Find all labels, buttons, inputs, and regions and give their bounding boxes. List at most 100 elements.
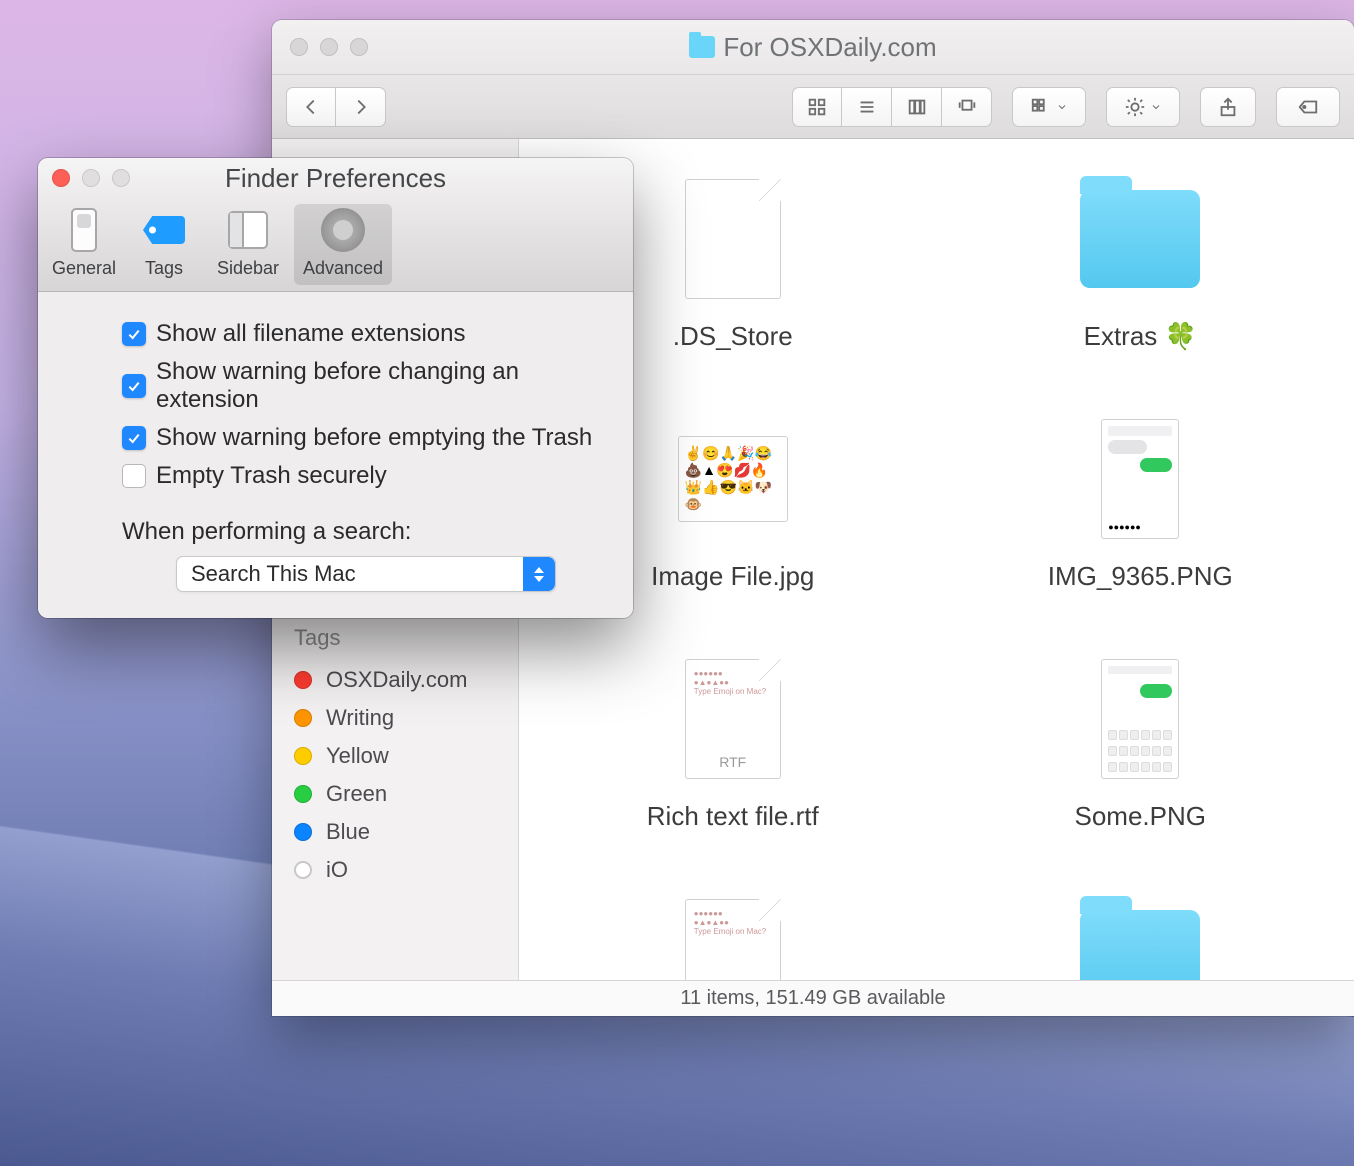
arrange-button[interactable]	[1012, 87, 1086, 127]
edit-tags-button[interactable]	[1276, 87, 1340, 127]
select-value: Search This Mac	[191, 561, 356, 587]
sidebar-icon	[228, 211, 268, 249]
prefs-titlebar[interactable]: Finder Preferences	[38, 158, 633, 198]
search-scope-select[interactable]: Search This Mac	[176, 556, 556, 592]
tab-label: Tags	[145, 258, 183, 279]
tag-label: Green	[326, 781, 387, 807]
list-view-button[interactable]	[842, 87, 892, 127]
file-item[interactable]: ●●●●●● IMG_9365.PNG	[937, 409, 1345, 649]
checkbox-label: Empty Trash securely	[156, 462, 387, 490]
sidebar-tag-item[interactable]: Writing	[272, 699, 518, 737]
sidebar-tag-item[interactable]: Blue	[272, 813, 518, 851]
file-item[interactable]: ●●●●●●●▲●▲●●Type Emoji on Mac? Rich text …	[529, 649, 937, 889]
zoom-button[interactable]	[350, 38, 368, 56]
tag-color-icon	[294, 823, 312, 841]
file-label: IMG_9365.PNG	[1048, 561, 1233, 592]
search-scope-label: When performing a search:	[122, 518, 603, 546]
action-group	[1106, 87, 1180, 127]
file-label: Image File.jpg	[651, 561, 814, 592]
preference-checkbox-row: Show warning before changing an extensio…	[122, 358, 603, 414]
file-thumbnail: ●●●●●●●▲●▲●●Type Emoji on Mac?	[673, 889, 793, 980]
back-button[interactable]	[286, 87, 336, 127]
file-label: .DS_Store	[673, 321, 793, 352]
prefs-checks: Show all filename extensions Show warning…	[68, 320, 603, 490]
tag-icon	[143, 216, 185, 244]
checkbox[interactable]	[122, 464, 146, 488]
gear-icon	[321, 208, 365, 252]
checkbox[interactable]	[122, 426, 146, 450]
tag-label: Yellow	[326, 743, 389, 769]
preference-checkbox-row: Show all filename extensions	[122, 320, 603, 348]
switch-icon	[71, 208, 97, 252]
file-item[interactable]: Work To Do ☕	[937, 889, 1345, 980]
file-label: Rich text file.rtf	[647, 801, 819, 832]
tab-label: Advanced	[303, 258, 383, 279]
preference-checkbox-row: Empty Trash securely	[122, 462, 603, 490]
share-button[interactable]	[1200, 87, 1256, 127]
tags-group	[1276, 87, 1340, 127]
file-label: Some.PNG	[1075, 801, 1207, 832]
file-label: Extras 🍀	[1084, 321, 1197, 352]
finder-content-grid[interactable]: .DS_Store Extras 🍀 ✌️😊🙏🎉😂💩▲😍💋🔥👑👍😎🐱🐶🐵 Image …	[519, 139, 1354, 980]
finder-preferences-window: Finder Preferences General Tags Sidebar …	[38, 158, 633, 618]
checkbox-label: Show warning before emptying the Trash	[156, 424, 592, 452]
tab-general[interactable]: General	[46, 204, 122, 285]
file-thumbnail	[1080, 889, 1200, 980]
arrange-group	[1012, 87, 1086, 127]
tag-label: Blue	[326, 819, 370, 845]
sidebar-tag-item[interactable]: Green	[272, 775, 518, 813]
prefs-body: Show all filename extensions Show warning…	[38, 292, 633, 618]
preference-checkbox-row: Show warning before emptying the Trash	[122, 424, 603, 452]
sidebar-tag-item[interactable]: OSXDaily.com	[272, 661, 518, 699]
minimize-button[interactable]	[320, 38, 338, 56]
tag-color-icon	[294, 861, 312, 879]
file-item[interactable]: Extras 🍀	[937, 169, 1345, 409]
prefs-toolbar: General Tags Sidebar Advanced	[38, 198, 633, 292]
checkbox[interactable]	[122, 322, 146, 346]
tag-color-icon	[294, 785, 312, 803]
checkbox-label: Show all filename extensions	[156, 320, 466, 348]
tab-label: General	[52, 258, 116, 279]
tab-sidebar[interactable]: Sidebar	[206, 204, 290, 285]
finder-window-controls	[272, 38, 368, 56]
sidebar-tags-list: OSXDaily.com Writing Yellow Green Blue iO	[272, 661, 518, 889]
file-thumbnail: ✌️😊🙏🎉😂💩▲😍💋🔥👑👍😎🐱🐶🐵	[673, 409, 793, 549]
tab-advanced[interactable]: Advanced	[294, 204, 392, 285]
coverflow-view-button[interactable]	[942, 87, 992, 127]
checkbox[interactable]	[122, 374, 146, 398]
sidebar-tag-item[interactable]: Yellow	[272, 737, 518, 775]
folder-icon	[689, 36, 715, 58]
file-item[interactable]: ●●●●●●●▲●▲●●Type Emoji on Mac?Text File.…	[529, 889, 937, 980]
action-button[interactable]	[1106, 87, 1180, 127]
tag-label: Writing	[326, 705, 394, 731]
file-thumbnail	[1080, 649, 1200, 789]
finder-window-title: For OSXDaily.com	[272, 32, 1354, 63]
view-mode-buttons	[792, 87, 992, 127]
checkbox-label: Show warning before changing an extensio…	[156, 358, 603, 414]
tag-color-icon	[294, 747, 312, 765]
file-thumbnail	[1080, 169, 1200, 309]
column-view-button[interactable]	[892, 87, 942, 127]
icon-view-button[interactable]	[792, 87, 842, 127]
status-text: 11 items, 151.49 GB available	[680, 987, 945, 1010]
finder-titlebar[interactable]: For OSXDaily.com	[272, 20, 1354, 75]
finder-status-bar: 11 items, 151.49 GB available	[272, 980, 1354, 1016]
close-button[interactable]	[290, 38, 308, 56]
tag-color-icon	[294, 671, 312, 689]
file-thumbnail: ●●●●●●	[1080, 409, 1200, 549]
finder-toolbar	[272, 75, 1354, 139]
forward-button[interactable]	[336, 87, 386, 127]
tag-label: iO	[326, 857, 348, 883]
nav-buttons	[286, 87, 386, 127]
tag-color-icon	[294, 709, 312, 727]
tags-header: Tags	[272, 619, 518, 655]
tab-tags[interactable]: Tags	[126, 204, 202, 285]
tab-label: Sidebar	[217, 258, 279, 279]
file-thumbnail	[673, 169, 793, 309]
file-item[interactable]: Some.PNG	[937, 649, 1345, 889]
sidebar-tag-item[interactable]: iO	[272, 851, 518, 889]
share-group	[1200, 87, 1256, 127]
tag-label: OSXDaily.com	[326, 667, 467, 693]
prefs-title: Finder Preferences	[38, 163, 633, 194]
file-thumbnail: ●●●●●●●▲●▲●●Type Emoji on Mac?	[673, 649, 793, 789]
